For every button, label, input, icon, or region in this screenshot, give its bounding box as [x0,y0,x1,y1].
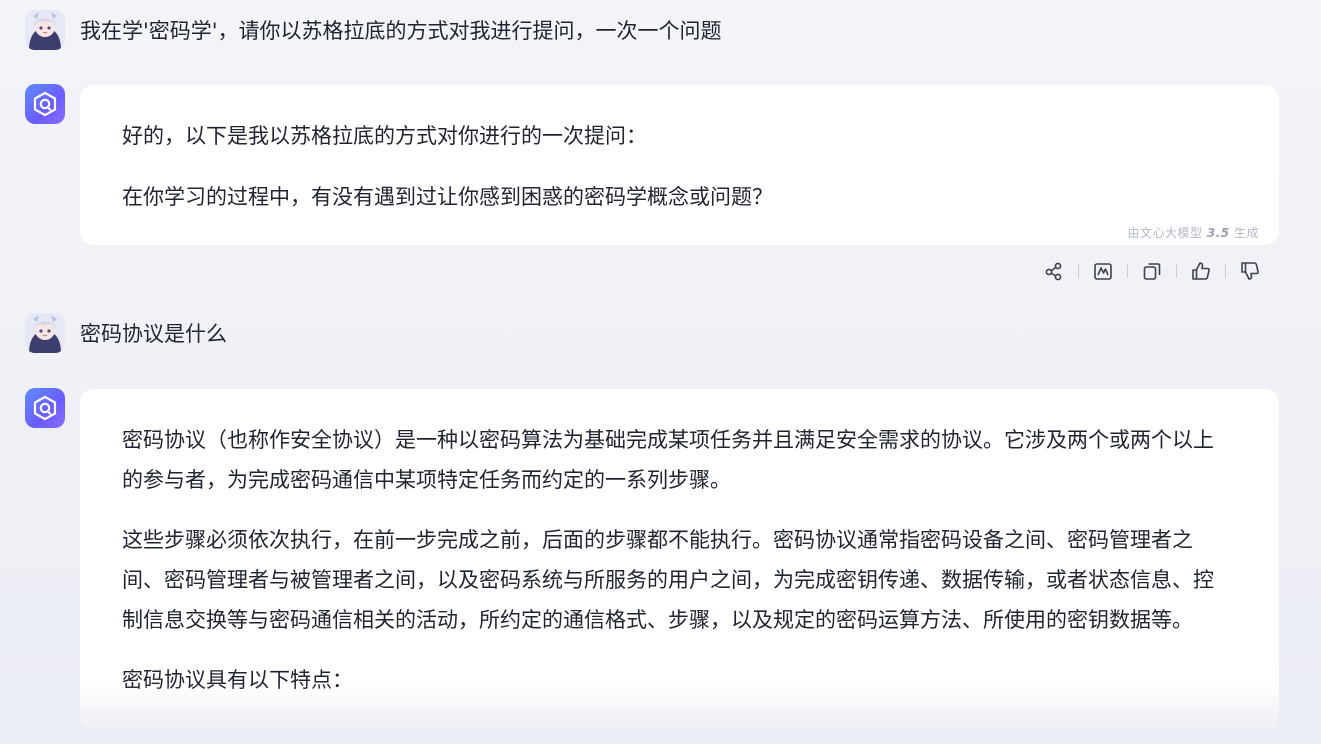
divider [1127,264,1128,278]
divider [1176,264,1177,278]
assistant-avatar [25,388,65,428]
assistant-paragraph: 密码协议（也称作安全协议）是一种以密码算法为基础完成某项任务并且满足安全需求的协… [122,428,1214,492]
assistant-logo-icon [33,91,57,117]
user-avatar-image [25,313,65,353]
dislike-button[interactable] [1236,258,1264,284]
chart-button[interactable] [1089,258,1117,284]
model-version: 3.5 [1206,226,1230,240]
share-button[interactable] [1040,258,1068,284]
assistant-logo-icon [33,395,57,421]
chat-page: 我在学'密码学'，请你以苏格拉底的方式对我进行提问，一次一个问题 好的，以下是我… [0,0,1321,744]
user-avatar-image [25,10,65,50]
generated-suffix: 生成 [1233,226,1259,240]
thumbs-up-icon [1192,262,1210,280]
divider [1078,264,1079,278]
like-button[interactable] [1187,258,1215,284]
user-avatar [25,10,65,50]
assistant-paragraph: 好的，以下是我以苏格拉底的方式对你进行的一次提问： [122,124,647,148]
user-message-1: 我在学'密码学'，请你以苏格拉底的方式对我进行提问，一次一个问题 [80,19,722,43]
user-message-2: 密码协议是什么 [80,322,227,346]
assistant-paragraph: 在你学习的过程中，有没有遇到过让你感到困惑的密码学概念或问题？ [122,185,773,209]
assistant-avatar [25,84,65,124]
assistant-paragraph: 这些步骤必须依次执行，在前一步完成之前，后面的步骤都不能执行。密码协议通常指密码… [122,528,1214,632]
generated-prefix: 由文心大模型 [1127,226,1203,240]
generated-by-label: 由文心大模型 3.5 生成 [1128,224,1259,241]
copy-button[interactable] [1138,258,1166,284]
message-action-bar [1040,258,1264,284]
input-area-edge [80,738,240,744]
assistant-paragraph: 密码协议具有以下特点： [122,668,353,692]
thumbs-down-icon [1241,262,1259,280]
share-icon [1045,262,1062,281]
copy-icon [1143,263,1161,280]
divider [1225,264,1226,278]
assistant-message-1: 好的，以下是我以苏格拉底的方式对你进行的一次提问： 在你学习的过程中，有没有遇到… [80,85,1279,245]
assistant-message-2: 密码协议（也称作安全协议）是一种以密码算法为基础完成某项任务并且满足安全需求的协… [80,389,1279,729]
chart-icon [1094,263,1112,280]
user-avatar [25,313,65,353]
